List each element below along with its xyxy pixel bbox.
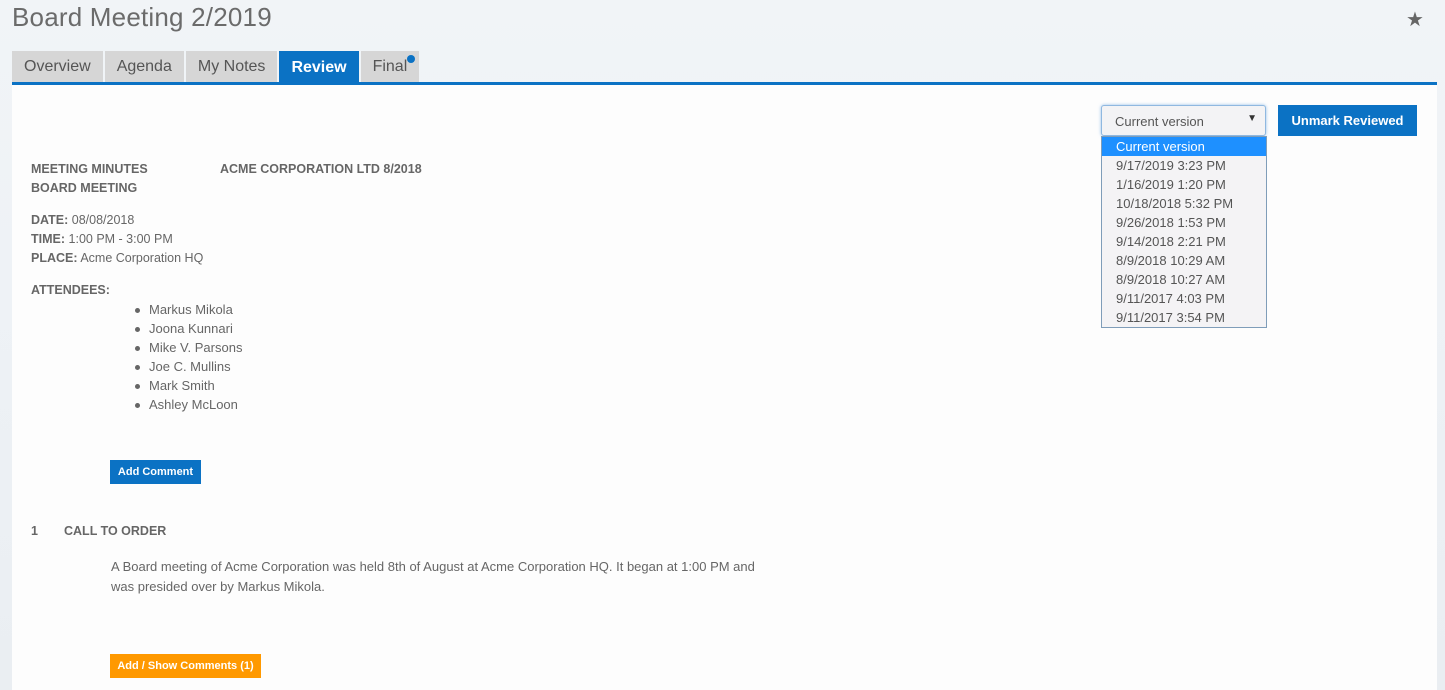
tab-bar: Overview Agenda My Notes Review Final — [12, 51, 420, 82]
tab-final[interactable]: Final — [360, 51, 420, 82]
version-option[interactable]: 9/11/2017 3:54 PM — [1102, 308, 1266, 327]
version-option[interactable]: 8/9/2018 10:27 AM — [1102, 270, 1266, 289]
add-show-comments-button[interactable]: Add / Show Comments (1) — [110, 654, 261, 678]
agenda-item-body: A Board meeting of Acme Corporation was … — [111, 559, 755, 594]
tab-my-notes[interactable]: My Notes — [185, 51, 278, 82]
attendee-item: Joona Kunnari — [133, 319, 242, 338]
tab-label: Review — [291, 59, 347, 76]
unmark-reviewed-button[interactable]: Unmark Reviewed — [1278, 105, 1417, 136]
time-label: TIME: — [31, 232, 66, 246]
version-option[interactable]: 9/17/2019 3:23 PM — [1102, 156, 1266, 175]
notification-dot-icon — [407, 55, 416, 63]
time-value: 1:00 PM - 3:00 PM — [68, 232, 173, 246]
version-option[interactable]: 8/9/2018 10:29 AM — [1102, 251, 1266, 270]
agenda-item-number: 1 — [31, 524, 38, 538]
tab-label: Overview — [24, 58, 91, 75]
version-option[interactable]: 9/26/2018 1:53 PM — [1102, 213, 1266, 232]
version-option[interactable]: 9/11/2017 4:03 PM — [1102, 289, 1266, 308]
version-dropdown-list: Current version 9/17/2019 3:23 PM 1/16/2… — [1101, 136, 1267, 328]
attendee-item: Ashley McLoon — [133, 395, 242, 414]
version-option[interactable]: 9/14/2018 2:21 PM — [1102, 232, 1266, 251]
attendee-item: Markus Mikola — [133, 300, 242, 319]
version-option[interactable]: 10/18/2018 5:32 PM — [1102, 194, 1266, 213]
tab-review[interactable]: Review — [279, 51, 359, 82]
agenda-item-title: CALL TO ORDER — [64, 524, 167, 538]
place-value: Acme Corporation HQ — [80, 251, 204, 265]
attendee-item: Joe C. Mullins — [133, 357, 242, 376]
add-comment-button[interactable]: Add Comment — [110, 460, 201, 484]
date-row: DATE: 08/08/2018 — [31, 213, 134, 227]
time-row: TIME: 1:00 PM - 3:00 PM — [31, 232, 173, 246]
organization-heading: ACME CORPORATION LTD 8/2018 — [220, 162, 422, 176]
attendee-item: Mark Smith — [133, 376, 242, 395]
tab-overview[interactable]: Overview — [12, 51, 103, 82]
tab-label: Final — [372, 58, 408, 75]
minutes-subheading: BOARD MEETING — [31, 181, 138, 195]
version-option[interactable]: Current version — [1102, 137, 1266, 156]
tab-agenda[interactable]: Agenda — [104, 51, 184, 82]
date-label: DATE: — [31, 213, 69, 227]
date-value: 08/08/2018 — [71, 213, 135, 227]
dropdown-arrow-icon: ▼ — [1247, 113, 1257, 124]
star-icon[interactable]: ★ — [1406, 10, 1426, 30]
version-option[interactable]: 1/16/2019 1:20 PM — [1102, 175, 1266, 194]
tab-label: Agenda — [116, 58, 172, 75]
place-label: PLACE: — [31, 251, 78, 265]
place-row: PLACE: Acme Corporation HQ — [31, 251, 203, 265]
attendees-list: Markus Mikola Joona Kunnari Mike V. Pars… — [133, 300, 242, 414]
attendees-label: ATTENDEES: — [31, 283, 110, 297]
tab-label: My Notes — [197, 58, 266, 75]
minutes-heading: MEETING MINUTES — [31, 162, 148, 176]
version-select-value: Current version — [1115, 114, 1204, 129]
attendee-item: Mike V. Parsons — [133, 338, 242, 357]
page-title: Board Meeting 2/2019 — [12, 2, 272, 32]
version-select[interactable]: Current version ▼ — [1101, 105, 1266, 136]
